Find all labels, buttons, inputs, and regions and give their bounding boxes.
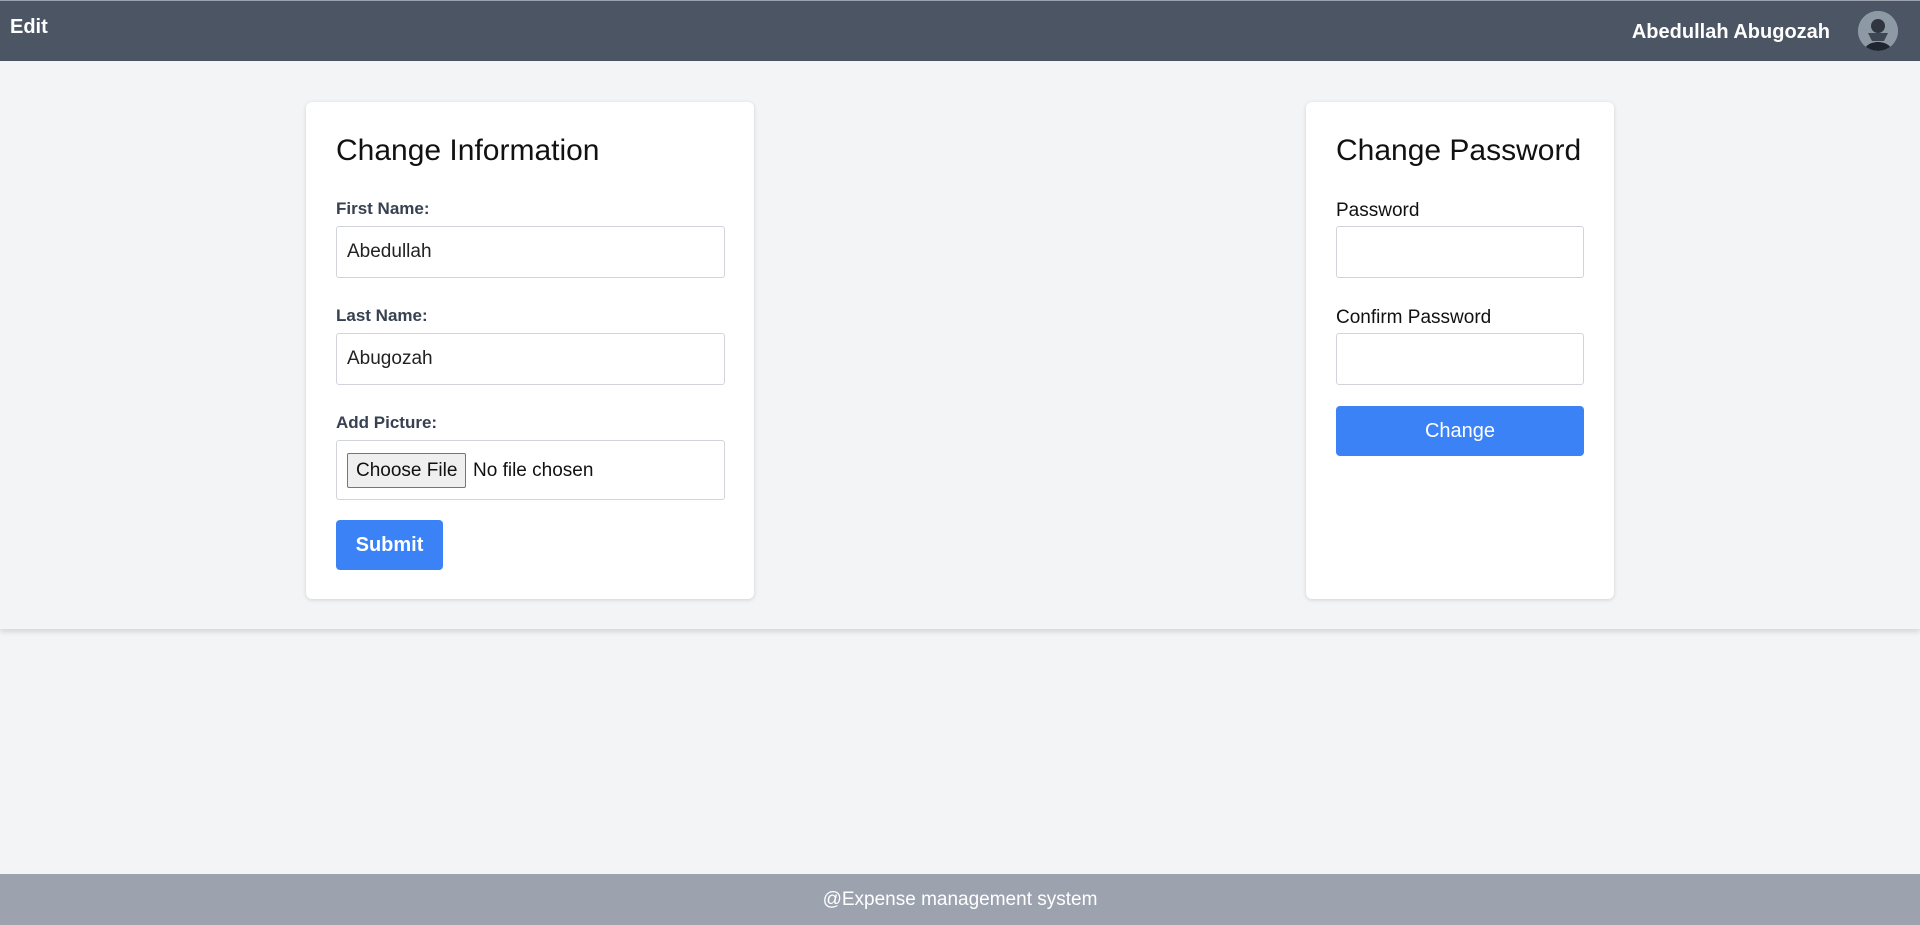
user-name[interactable]: Abedullah Abugozah (1632, 21, 1830, 44)
picture-file-input[interactable]: Choose File No file chosen (336, 440, 725, 500)
confirm-password-label: Confirm Password (1336, 307, 1492, 328)
avatar-image (1858, 11, 1898, 51)
user-avatar-icon[interactable] (1858, 11, 1898, 51)
first-name-input[interactable] (336, 226, 725, 278)
page-title: Edit (10, 16, 48, 38)
file-status-text: No file chosen (473, 460, 594, 481)
content-area: Change Information First Name: Last Name… (0, 61, 1920, 629)
change-password-heading: Change Password (1336, 134, 1582, 167)
add-picture-label: Add Picture: (336, 413, 438, 432)
last-name-label: Last Name: (336, 306, 428, 325)
last-name-input[interactable] (336, 333, 725, 385)
choose-file-button[interactable]: Choose File (347, 453, 467, 488)
top-navbar: Edit Abedullah Abugozah (0, 0, 1920, 61)
change-password-button[interactable]: Change (1336, 406, 1584, 456)
confirm-password-input[interactable] (1336, 333, 1584, 385)
submit-button[interactable]: Submit (336, 520, 443, 570)
change-information-heading: Change Information (336, 134, 600, 167)
footer: @Expense management system (0, 874, 1920, 925)
password-input[interactable] (1336, 226, 1584, 278)
password-label: Password (1336, 200, 1420, 221)
change-information-card: Change Information First Name: Last Name… (306, 102, 754, 599)
footer-text: @Expense management system (822, 889, 1098, 910)
change-password-card: Change Password Password Confirm Passwor… (1306, 102, 1614, 599)
first-name-label: First Name: (336, 199, 430, 218)
